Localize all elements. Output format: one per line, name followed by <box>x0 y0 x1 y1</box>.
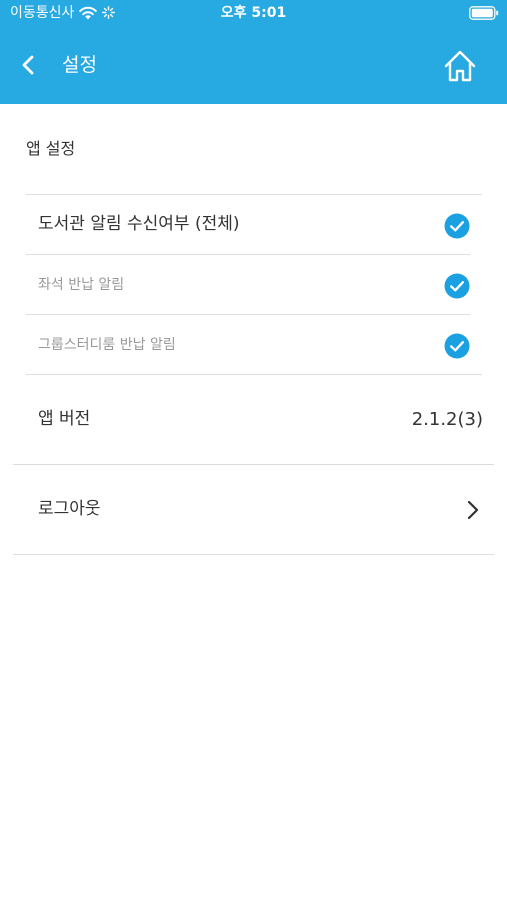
page-title: 설정 <box>62 54 97 76</box>
home-icon <box>444 50 476 82</box>
navigation-bar: 설정 <box>0 28 507 104</box>
back-button[interactable] <box>14 50 44 80</box>
divider <box>26 254 470 255</box>
status-bar: 이동통신사 오후 5:01 <box>0 0 507 28</box>
divider <box>26 314 470 315</box>
logout-label: 로그아웃 <box>38 499 101 519</box>
app-version-value: 2.1.2(3) <box>411 409 483 430</box>
setting-label-seat-return: 좌석 반납 알림 <box>38 277 125 293</box>
setting-label-group-study-room-return: 그룹스터디룸 반납 알림 <box>38 337 176 353</box>
check-icon[interactable] <box>444 333 470 359</box>
chevron-left-icon <box>22 55 34 75</box>
header: 이동통신사 오후 5:01 설정 <box>0 0 507 104</box>
home-button[interactable] <box>440 46 480 86</box>
divider <box>13 554 494 555</box>
chevron-right-icon <box>467 500 479 520</box>
app-version-label: 앱 버전 <box>38 409 91 429</box>
check-icon[interactable] <box>444 213 470 239</box>
setting-label-library-notifications: 도서관 알림 수신여부 (전체) <box>38 214 240 234</box>
battery-icon <box>469 6 499 20</box>
app-settings-section-title: 앱 설정 <box>26 139 76 158</box>
divider <box>26 374 482 375</box>
logout-button[interactable]: 로그아웃 <box>13 465 494 554</box>
status-time: 오후 5:01 <box>220 5 287 21</box>
check-icon[interactable] <box>444 273 470 299</box>
divider <box>26 194 482 195</box>
